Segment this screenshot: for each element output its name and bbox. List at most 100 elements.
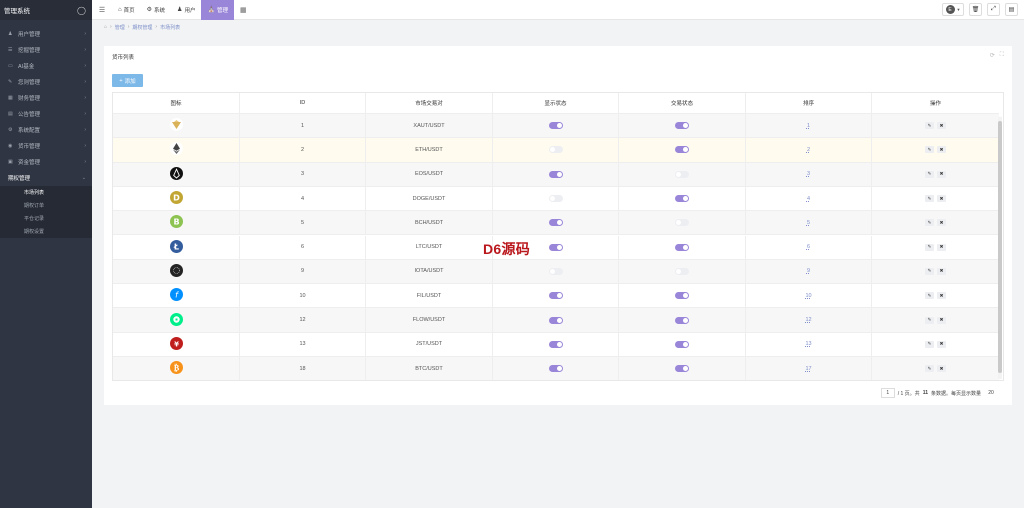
sidebar-item[interactable]: ▤公告管理› <box>0 106 92 122</box>
home-icon[interactable]: ⌂ <box>104 24 107 30</box>
sidebar-subitem[interactable]: 平仓记录 <box>0 212 92 225</box>
sidebar-item[interactable]: ▭AI基金› <box>0 58 92 74</box>
column-header[interactable]: 排序 <box>746 93 872 113</box>
tab-1[interactable]: ⌂首页 <box>112 0 141 20</box>
sidebar-item-options[interactable]: 期权管理⌄ <box>0 170 92 186</box>
sort-value[interactable]: 17 <box>805 366 811 372</box>
sort-value[interactable]: 2 <box>807 147 810 153</box>
delete-icon[interactable]: ✖ <box>937 195 946 202</box>
show-status-toggle[interactable] <box>549 219 563 226</box>
delete-icon[interactable]: ✖ <box>937 292 946 299</box>
edit-icon[interactable]: ✎ <box>925 244 934 251</box>
sidebar-item[interactable]: ✎您则管理› <box>0 74 92 90</box>
show-status-toggle[interactable] <box>549 244 563 251</box>
sidebar-item[interactable]: ◉货币管理› <box>0 138 92 154</box>
sidebar-subitem[interactable]: 市场列表 <box>0 186 92 199</box>
trash-icon[interactable]: 🗑 <box>969 3 982 16</box>
trade-status-toggle[interactable] <box>675 122 689 129</box>
message-icon[interactable]: ▤ <box>1005 3 1018 16</box>
edit-icon[interactable]: ✎ <box>925 292 934 299</box>
show-status-toggle[interactable] <box>549 317 563 324</box>
edit-icon[interactable]: ✎ <box>925 195 934 202</box>
sidebar-item[interactable]: ⚙系统配置› <box>0 122 92 138</box>
fullscreen-icon[interactable]: ⤢ <box>987 3 1000 16</box>
vertical-scrollbar[interactable] <box>998 117 1002 379</box>
breadcrumb-item[interactable]: 管理 <box>115 24 125 31</box>
sort-value[interactable]: 4 <box>807 196 810 202</box>
show-status-toggle[interactable] <box>549 171 563 178</box>
sidebar-item[interactable]: ▣资金管理› <box>0 154 92 170</box>
show-status-toggle[interactable] <box>549 195 563 202</box>
scrollbar-thumb[interactable] <box>998 121 1002 373</box>
show-status-toggle[interactable] <box>549 268 563 275</box>
sort-value[interactable]: 10 <box>805 293 811 299</box>
sidebar-subitem[interactable]: 期权订单 <box>0 199 92 212</box>
tab-2[interactable]: ⚙系统 <box>141 0 171 20</box>
show-status-toggle[interactable] <box>549 122 563 129</box>
coin-icon-cell <box>113 163 240 186</box>
trade-status-toggle[interactable] <box>675 292 689 299</box>
sidebar-item[interactable]: ▦财务管理› <box>0 90 92 106</box>
delete-icon[interactable]: ✖ <box>937 317 946 324</box>
column-header[interactable]: ID <box>240 93 366 113</box>
edit-icon[interactable]: ✎ <box>925 122 934 129</box>
delete-icon[interactable]: ✖ <box>937 365 946 372</box>
tab-4[interactable]: ⛪管理 <box>201 0 234 20</box>
trade-status-toggle[interactable] <box>675 195 689 202</box>
trade-status-toggle[interactable] <box>675 317 689 324</box>
trade-status-toggle[interactable] <box>675 365 689 372</box>
sort-value[interactable]: 5 <box>807 220 810 226</box>
sort-value[interactable]: 9 <box>807 268 810 274</box>
delete-icon[interactable]: ✖ <box>937 171 946 178</box>
trade-status-toggle[interactable] <box>675 268 689 275</box>
sidebar-item[interactable]: ♟用户管理› <box>0 26 92 42</box>
delete-icon[interactable]: ✖ <box>937 122 946 129</box>
edit-icon[interactable]: ✎ <box>925 317 934 324</box>
show-status-toggle[interactable] <box>549 341 563 348</box>
sidebar-item-label: 资金管理 <box>16 158 84 166</box>
tab-3[interactable]: ♟用户 <box>171 0 201 20</box>
page-input[interactable]: 1 <box>881 388 895 398</box>
delete-icon[interactable]: ✖ <box>937 268 946 275</box>
sort-value[interactable]: 12 <box>805 317 811 323</box>
delete-icon[interactable]: ✖ <box>937 341 946 348</box>
edit-icon[interactable]: ✎ <box>925 146 934 153</box>
delete-icon[interactable]: ✖ <box>937 219 946 226</box>
edit-icon[interactable]: ✎ <box>925 365 934 372</box>
sort-value[interactable]: 3 <box>807 171 810 177</box>
show-status-toggle[interactable] <box>549 365 563 372</box>
trade-status-toggle[interactable] <box>675 341 689 348</box>
trade-status-toggle[interactable] <box>675 219 689 226</box>
edit-icon[interactable]: ✎ <box>925 171 934 178</box>
sidebar-subitem[interactable]: 期权设置 <box>0 225 92 238</box>
user-menu-button[interactable]: E ▼ <box>942 3 964 16</box>
grid-icon[interactable]: ▦ <box>234 6 253 14</box>
show-status-toggle[interactable] <box>549 146 563 153</box>
edit-icon[interactable]: ✎ <box>925 219 934 226</box>
coin-table: 图标 ID 市场交易对 显示状态 交易状态 排序 操作 1XAUT/USDT1✎… <box>112 92 1004 381</box>
page-size-select[interactable]: 20 <box>984 388 998 398</box>
sidebar-item[interactable]: ☰挖掘管理› <box>0 42 92 58</box>
sort-value[interactable]: 1 <box>807 123 810 129</box>
trade-status-toggle[interactable] <box>675 146 689 153</box>
show-status-toggle[interactable] <box>549 292 563 299</box>
trade-status-cell <box>619 236 746 259</box>
sort-value[interactable]: 6 <box>807 244 810 250</box>
delete-icon[interactable]: ✖ <box>937 244 946 251</box>
trade-status-toggle[interactable] <box>675 244 689 251</box>
sort-value[interactable]: 13 <box>805 341 811 347</box>
menu-toggle-icon[interactable]: ☰ <box>92 6 112 14</box>
pair-cell: BCH/USDT <box>366 211 493 234</box>
delete-icon[interactable]: ✖ <box>937 146 946 153</box>
app-title: 管理系统 <box>4 5 30 15</box>
edit-icon[interactable]: ✎ <box>925 341 934 348</box>
edit-icon[interactable]: ✎ <box>925 268 934 275</box>
breadcrumb-item[interactable]: 期权管理 <box>132 24 152 31</box>
refresh-icon[interactable]: ⟳ <box>990 52 995 59</box>
trade-status-toggle[interactable] <box>675 171 689 178</box>
chevron-down-icon: ▼ <box>957 7 961 12</box>
expand-icon[interactable]: ⛶ <box>1000 52 1004 59</box>
breadcrumb-item[interactable]: 市场列表 <box>160 24 180 31</box>
add-button[interactable]: + 添加 <box>112 74 143 87</box>
power-icon[interactable]: ◯ <box>77 6 86 15</box>
